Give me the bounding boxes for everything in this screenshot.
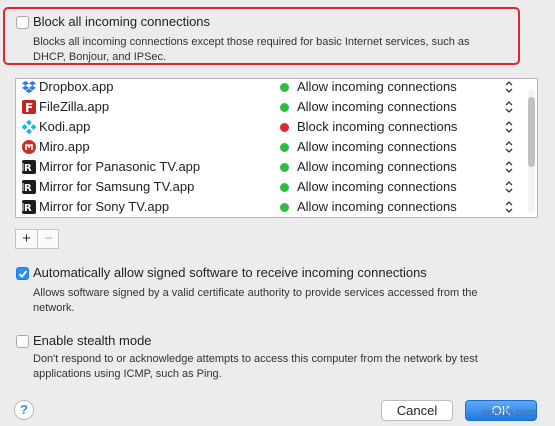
auto-allow-checkbox[interactable]	[16, 267, 29, 280]
app-name: Dropbox.app	[39, 79, 114, 94]
dropbox-icon	[22, 80, 36, 94]
chevron-updown-icon[interactable]	[505, 180, 513, 194]
watermark: wsxdn.com	[482, 407, 538, 419]
status-dot	[280, 163, 289, 172]
app-name: FileZilla.app	[39, 99, 110, 114]
scrollbar-thumb[interactable]	[528, 97, 535, 167]
mirror-icon: R	[22, 200, 36, 214]
list-item[interactable]: F FileZilla.app Allow incoming connectio…	[16, 97, 522, 117]
auto-allow-label: Automatically allow signed software to r…	[33, 265, 427, 280]
app-name: Kodi.app	[39, 119, 91, 134]
list-item[interactable]: R Mirror for Panasonic TV.app Allow inco…	[16, 157, 522, 177]
list-item[interactable]: Miro.app Allow incoming connections	[16, 137, 522, 157]
kodi-icon	[21, 119, 37, 135]
stealth-description: Don't respond to or acknowledge attempts…	[33, 352, 478, 382]
svg-text:R: R	[24, 203, 32, 214]
app-name: Miro.app	[39, 139, 90, 154]
app-name: Mirror for Panasonic TV.app	[39, 159, 201, 174]
help-button[interactable]: ?	[14, 400, 34, 420]
app-status[interactable]: Allow incoming connections	[297, 79, 457, 94]
svg-text:R: R	[24, 163, 32, 174]
block-all-label: Block all incoming connections	[33, 14, 211, 29]
status-dot	[280, 123, 289, 132]
chevron-updown-icon[interactable]	[505, 200, 513, 214]
status-dot	[280, 203, 289, 212]
chevron-updown-icon[interactable]	[505, 120, 513, 134]
app-list[interactable]: Dropbox.app Allow incoming connections F…	[15, 78, 538, 218]
block-all-description-line1: Blocks all incoming connections except t…	[33, 36, 470, 48]
checkmark-icon	[18, 270, 28, 278]
filezilla-icon: F	[22, 100, 36, 115]
app-status[interactable]: Allow incoming connections	[297, 179, 457, 194]
block-all-description-line2: DHCP, Bonjour, and IPSec.	[33, 51, 167, 63]
stealth-checkbox[interactable]	[16, 335, 29, 348]
chevron-updown-icon[interactable]	[505, 160, 513, 174]
auto-allow-description-line2: network.	[33, 302, 75, 314]
app-status[interactable]: Block incoming connections	[297, 119, 457, 134]
list-item[interactable]: R Mirror for Sony TV.app Allow incoming …	[16, 197, 522, 217]
add-remove-control: + −	[15, 229, 59, 249]
chevron-updown-icon[interactable]	[505, 140, 513, 154]
svg-text:F: F	[25, 101, 33, 114]
mirror-icon: R	[22, 160, 36, 174]
list-item[interactable]: Dropbox.app Allow incoming connections	[16, 79, 522, 97]
chevron-updown-icon[interactable]	[505, 80, 513, 94]
chevron-updown-icon[interactable]	[505, 100, 513, 114]
svg-text:R: R	[24, 183, 32, 194]
list-item[interactable]: R Mirror for Samsung TV.app Allow incomi…	[16, 177, 522, 197]
auto-allow-description-line1: Allows software signed by a valid certif…	[33, 287, 478, 299]
status-dot	[280, 183, 289, 192]
auto-allow-description: Allows software signed by a valid certif…	[33, 286, 477, 316]
add-app-button[interactable]: +	[16, 230, 38, 248]
app-status[interactable]: Allow incoming connections	[297, 139, 457, 154]
status-dot	[280, 83, 289, 92]
app-name: Mirror for Samsung TV.app	[39, 179, 195, 194]
app-status[interactable]: Allow incoming connections	[297, 159, 457, 174]
status-dot	[280, 143, 289, 152]
remove-app-button[interactable]: −	[38, 230, 59, 248]
stealth-description-line1: Don't respond to or acknowledge attempts…	[33, 353, 478, 365]
cancel-button[interactable]: Cancel	[381, 400, 453, 421]
miro-icon	[22, 140, 36, 154]
status-dot	[280, 103, 289, 112]
app-name: Mirror for Sony TV.app	[39, 199, 170, 214]
stealth-label: Enable stealth mode	[33, 333, 152, 348]
scrollbar[interactable]	[528, 89, 535, 213]
block-all-checkbox[interactable]	[16, 16, 29, 29]
mirror-icon: R	[22, 180, 36, 194]
block-all-description: Blocks all incoming connections except t…	[33, 35, 470, 65]
app-status[interactable]: Allow incoming connections	[297, 199, 457, 214]
list-item[interactable]: Kodi.app Block incoming connections	[16, 117, 522, 137]
app-status[interactable]: Allow incoming connections	[297, 99, 457, 114]
stealth-description-line2: applications using ICMP, such as Ping.	[33, 368, 222, 380]
